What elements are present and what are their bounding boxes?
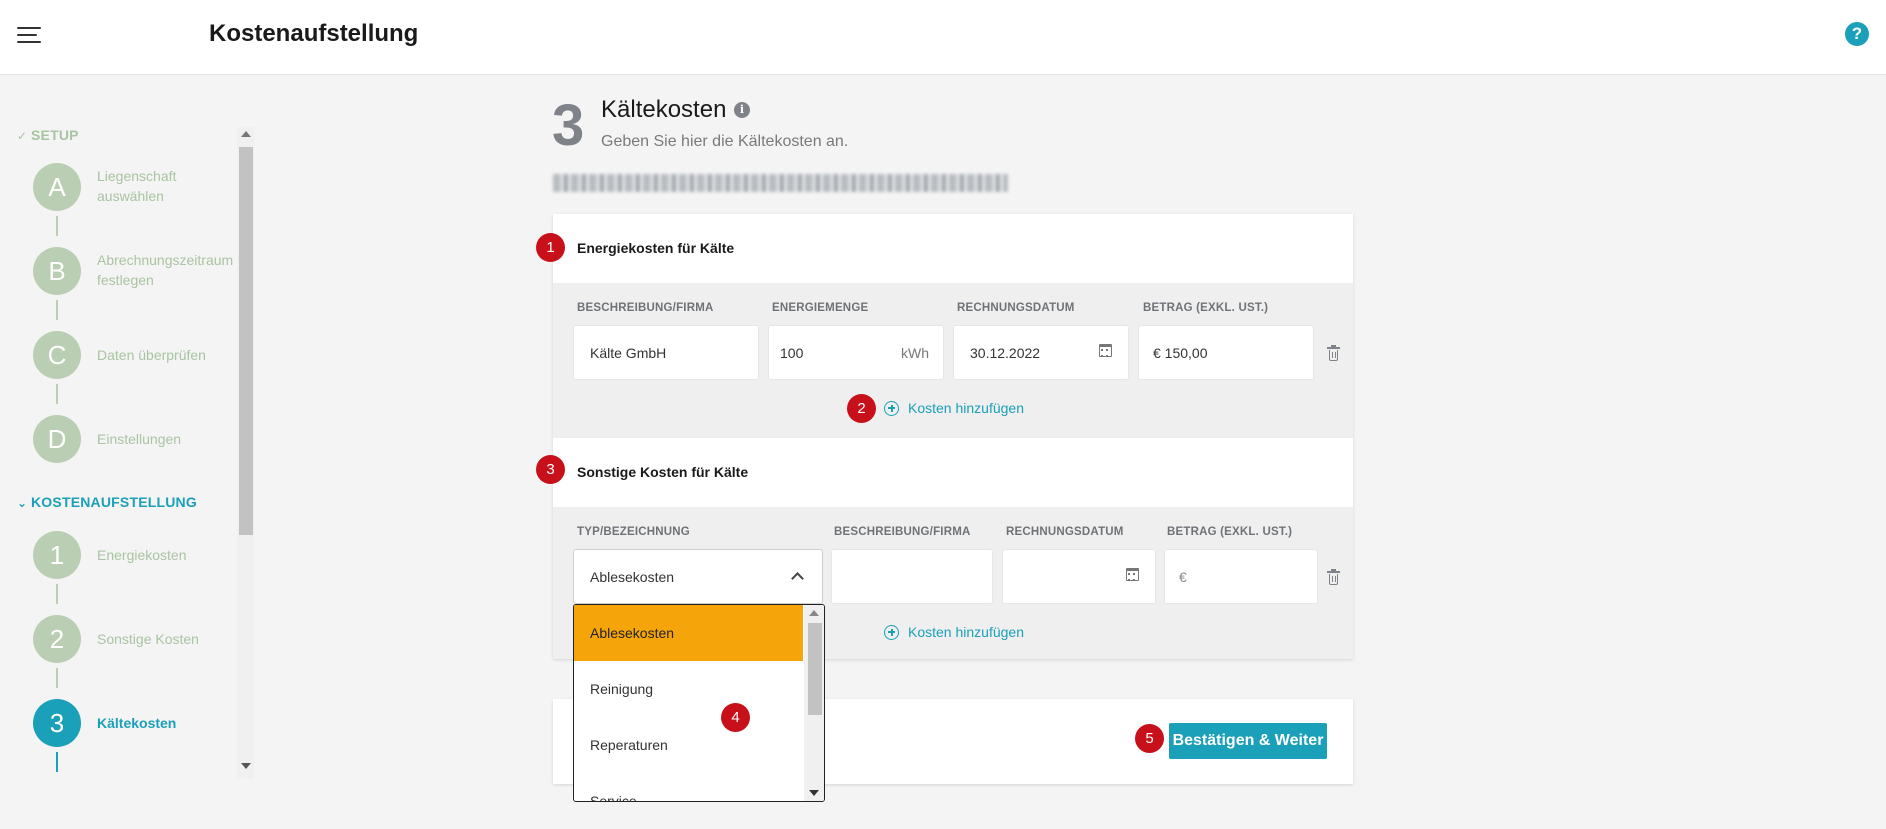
energy-description-input[interactable]: Kälte GmbH — [573, 325, 759, 380]
step-badge: D — [33, 415, 81, 463]
step-connector — [56, 752, 58, 772]
col-description: BESCHREIBUNG/FIRMA — [834, 526, 971, 538]
scrollbar-thumb[interactable] — [239, 147, 253, 535]
energy-amount-input[interactable]: 100 kWh — [768, 325, 944, 380]
dropdown-option-reinigung[interactable]: Reinigung — [574, 661, 803, 717]
info-icon[interactable]: i — [734, 102, 750, 118]
energy-costs-heading: Energiekosten für Kälte — [577, 240, 735, 256]
add-circle-icon — [884, 625, 899, 640]
energy-costs-header: Energiekosten für Kälte — [553, 214, 1353, 283]
dropdown-scrollbar[interactable] — [804, 605, 824, 801]
cost-card: Energiekosten für Kälte BESCHREIBUNG/FIR… — [553, 214, 1353, 659]
page-title: Kostenaufstellung — [209, 20, 419, 47]
col-description: BESCHREIBUNG/FIRMA — [577, 302, 714, 314]
sidebar-section-kostenaufstellung[interactable]: ⌄ KOSTENAUFSTELLUNG — [17, 494, 197, 510]
unit-label: kWh — [901, 345, 929, 361]
other-costs-heading: Sonstige Kosten für Kälte — [577, 464, 749, 480]
other-date-input[interactable] — [1002, 549, 1156, 604]
step-connector — [56, 384, 58, 404]
other-price-input[interactable]: € — [1164, 549, 1318, 604]
step-number: 3 — [552, 93, 585, 158]
step-connector — [56, 300, 58, 320]
col-invoice-date: RECHNUNGSDATUM — [1006, 526, 1124, 538]
step-label: Liegenschaft auswählen — [97, 168, 177, 204]
check-icon: ✓ — [17, 129, 28, 143]
app-header: Kostenaufstellung ? — [0, 0, 1886, 75]
menu-icon[interactable] — [17, 25, 41, 45]
energy-price-input[interactable]: € 150,00 — [1138, 325, 1314, 380]
step-label: Daten überprüfen — [97, 347, 206, 363]
chevron-up-icon — [791, 572, 804, 585]
sidebar: ✓ SETUP A Liegenschaft auswählen B Abrech… — [0, 75, 256, 829]
step-connector — [56, 584, 58, 604]
calendar-icon[interactable] — [1126, 568, 1139, 581]
add-circle-icon — [884, 401, 899, 416]
annotation-badge-3: 3 — [536, 455, 565, 484]
step-label: Abrechnungszeitraum festlegen — [97, 252, 234, 288]
dropdown-option-service[interactable]: Service — [574, 773, 803, 801]
section-title: Kältekosten — [601, 96, 727, 123]
scroll-up-icon[interactable] — [241, 131, 251, 137]
scrollbar-thumb[interactable] — [808, 623, 822, 715]
scroll-up-icon[interactable] — [809, 610, 819, 616]
section-subtitle: Geben Sie hier die Kältekosten an. — [601, 133, 849, 150]
annotation-badge-5: 5 — [1135, 724, 1164, 753]
cost-type-dropdown[interactable]: Ablesekosten Reinigung Reperaturen Servi… — [573, 604, 825, 802]
annotation-badge-1: 1 — [536, 233, 565, 262]
col-type: TYP/BEZEICHNUNG — [577, 526, 690, 538]
annotation-badge-4: 4 — [721, 703, 750, 732]
col-energy-amount: ENERGIEMENGE — [772, 302, 869, 314]
help-icon[interactable]: ? — [1845, 22, 1869, 46]
step-badge: C — [33, 331, 81, 379]
energy-date-input[interactable]: 30.12.2022 — [953, 325, 1129, 380]
step-badge: A — [33, 163, 81, 211]
step-badge: 3 — [33, 699, 81, 747]
scroll-down-icon[interactable] — [809, 790, 819, 796]
other-description-input[interactable] — [831, 549, 993, 604]
other-costs-header: Sonstige Kosten für Kälte — [553, 438, 1353, 507]
step-badge: 1 — [33, 531, 81, 579]
sidebar-scrollbar[interactable] — [237, 127, 254, 779]
chevron-down-icon: ⌄ — [17, 496, 28, 510]
step-label: Einstellungen — [97, 431, 182, 447]
step-badge: B — [33, 247, 81, 295]
step-connector — [56, 216, 58, 236]
col-amount: BETRAG (EXKL. UST.) — [1143, 302, 1269, 314]
step-label: Sonstige Kosten — [97, 631, 199, 647]
delete-row-icon[interactable] — [1327, 345, 1340, 361]
blurred-address — [553, 174, 1008, 192]
step-label: Kältekosten — [97, 715, 177, 731]
cost-type-select[interactable]: Ablesekosten — [573, 549, 823, 604]
dropdown-option-ablesekosten[interactable]: Ablesekosten — [574, 605, 803, 661]
step-label: Energiekosten — [97, 547, 187, 563]
calendar-icon[interactable] — [1099, 344, 1112, 357]
sidebar-section-setup[interactable]: ✓ SETUP — [17, 127, 79, 143]
step-badge: 2 — [33, 615, 81, 663]
dropdown-option-reperaturen[interactable]: Reperaturen — [574, 717, 803, 773]
delete-row-icon[interactable] — [1327, 569, 1340, 585]
scroll-down-icon[interactable] — [241, 763, 251, 769]
step-connector — [56, 668, 58, 688]
col-amount: BETRAG (EXKL. UST.) — [1167, 526, 1293, 538]
col-invoice-date: RECHNUNGSDATUM — [957, 302, 1075, 314]
confirm-next-button[interactable]: Bestätigen & Weiter — [1169, 723, 1327, 759]
annotation-badge-2: 2 — [847, 394, 876, 423]
